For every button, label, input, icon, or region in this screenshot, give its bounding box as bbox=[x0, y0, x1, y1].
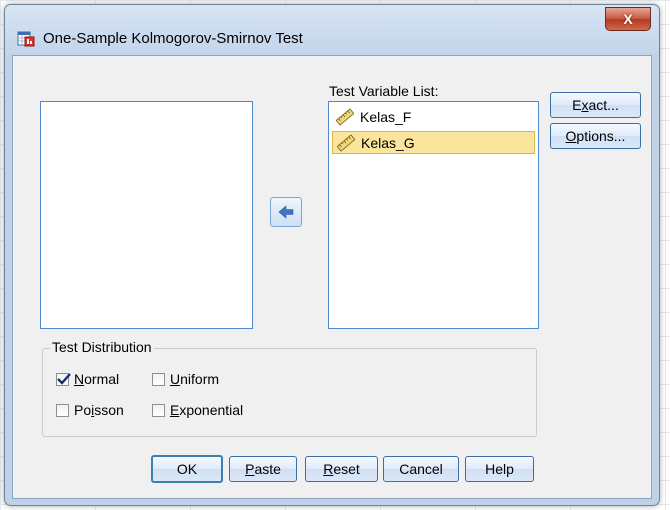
move-variable-button[interactable] bbox=[270, 197, 302, 227]
source-variable-list[interactable] bbox=[40, 101, 253, 329]
dialog-client-area: Test Variable List: Kelas_F Kelas_G E x … bbox=[12, 55, 652, 499]
close-button[interactable]: X bbox=[605, 7, 651, 31]
test-variable-list[interactable]: Kelas_F Kelas_G bbox=[328, 101, 539, 329]
checkbox-box[interactable] bbox=[152, 403, 165, 417]
test-variable-list-label: Test Variable List: bbox=[329, 83, 439, 99]
ruler-scale-icon bbox=[337, 133, 355, 152]
normal-checkbox[interactable]: Normal bbox=[56, 371, 119, 387]
paste-button[interactable]: Paste bbox=[229, 456, 297, 482]
checkmark-icon bbox=[57, 372, 71, 385]
title-bar[interactable]: One-Sample Kolmogorov-Smirnov Test X bbox=[5, 5, 659, 55]
checkbox-box[interactable] bbox=[56, 372, 71, 386]
reset-button[interactable]: Reset bbox=[305, 456, 378, 482]
list-item-kelas-f[interactable]: Kelas_F bbox=[332, 106, 533, 127]
spss-dialog-icon bbox=[17, 31, 35, 47]
exponential-checkbox[interactable]: Exponential bbox=[152, 402, 243, 418]
ok-button[interactable]: OK bbox=[151, 455, 223, 483]
close-icon: X bbox=[623, 11, 633, 27]
group-title: Test Distribution bbox=[50, 339, 154, 355]
checkbox-box[interactable] bbox=[152, 372, 165, 386]
dialog-title: One-Sample Kolmogorov-Smirnov Test bbox=[43, 30, 303, 47]
ruler-scale-icon bbox=[336, 107, 354, 126]
exact-button[interactable]: Ex act... bbox=[550, 92, 641, 118]
checkbox-box[interactable] bbox=[56, 403, 69, 417]
help-button[interactable]: Help bbox=[465, 456, 534, 482]
arrow-left-icon bbox=[278, 205, 294, 219]
uniform-checkbox[interactable]: Uniform bbox=[152, 371, 219, 387]
list-item-label: Kelas_G bbox=[361, 134, 415, 151]
test-distribution-group: Test Distribution Normal Uniform Po i sson bbox=[42, 339, 537, 437]
cancel-button[interactable]: Cancel bbox=[383, 456, 459, 482]
ks-test-dialog: One-Sample Kolmogorov-Smirnov Test X Tes… bbox=[4, 4, 660, 506]
list-item-label: Kelas_F bbox=[360, 108, 412, 125]
poisson-checkbox[interactable]: Po i sson bbox=[56, 402, 124, 418]
list-item-kelas-g[interactable]: Kelas_G bbox=[332, 131, 535, 154]
options-button[interactable]: Options... bbox=[550, 123, 641, 149]
